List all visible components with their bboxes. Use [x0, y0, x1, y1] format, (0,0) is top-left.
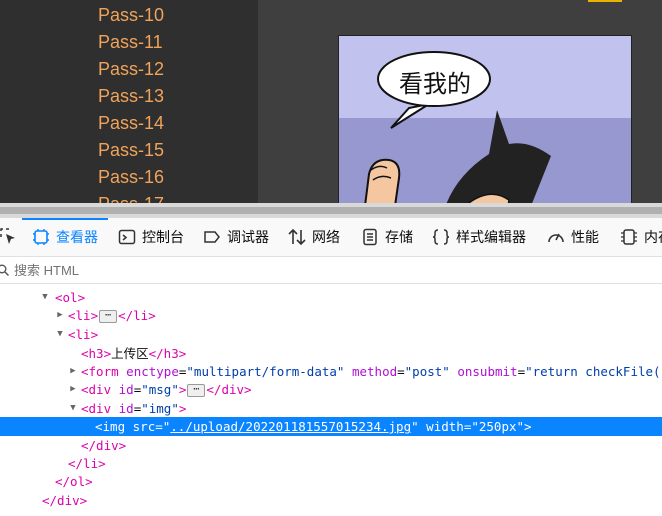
collapsed-arrow-icon[interactable]: ▶ — [68, 380, 78, 399]
tree-row[interactable]: ▶ <form enctype="multipart/form-data" me… — [0, 362, 662, 381]
expanded-arrow-icon[interactable]: ▼ — [40, 288, 50, 307]
memory-icon — [621, 229, 637, 245]
inspector-icon — [33, 229, 49, 245]
tab-label: 查看器 — [56, 229, 98, 245]
collapsed-arrow-icon[interactable]: ▶ — [55, 306, 65, 325]
tab-label: 控制台 — [142, 229, 184, 245]
collapsed-arrow-icon[interactable]: ▶ — [68, 362, 78, 381]
pass-link[interactable]: Pass-16 — [98, 167, 164, 188]
tab-console[interactable]: 控制台 — [118, 218, 184, 256]
tab-storage[interactable]: 存储 — [361, 218, 413, 256]
tab-style-editor[interactable]: 样式编辑器 — [432, 218, 526, 256]
pass-link[interactable]: Pass-14 — [98, 113, 164, 134]
tab-performance[interactable]: 性能 — [547, 218, 599, 256]
tab-network[interactable]: 网络 — [288, 218, 340, 256]
pass-link[interactable]: Pass-13 — [98, 86, 164, 107]
tab-label: 性能 — [571, 229, 599, 245]
more-content-button[interactable]: ⋯ — [187, 384, 206, 397]
tree-row[interactable]: </ol> — [0, 472, 662, 491]
element-picker-icon — [0, 228, 15, 244]
tree-row[interactable]: ▶ <div id="msg"> ⋯ </div> — [0, 380, 662, 399]
network-icon — [288, 228, 306, 246]
tab-label: 内存 — [644, 229, 662, 245]
pass-link[interactable]: Pass-17 — [98, 194, 164, 203]
tree-row[interactable]: ▼ <li> — [0, 325, 662, 344]
performance-icon — [548, 233, 564, 243]
debugger-icon — [204, 231, 220, 243]
devtools-toolbar: 查看器 控制台 调试器 网络 存储 样式编辑器 性能 内 — [0, 218, 662, 257]
tree-row[interactable]: </li> — [0, 454, 662, 473]
element-picker-button[interactable] — [0, 218, 18, 256]
page-viewport: Pass-10 Pass-11 Pass-12 Pass-13 Pass-14 … — [0, 0, 662, 203]
tab-label: 存储 — [385, 229, 413, 245]
tree-row[interactable]: ▼ <div id="img"> — [0, 399, 662, 418]
active-tab-indicator — [22, 218, 108, 220]
tab-memory[interactable]: 内存 — [620, 218, 662, 256]
expanded-arrow-icon[interactable]: ▼ — [55, 325, 65, 344]
pass-sidebar: Pass-10 Pass-11 Pass-12 Pass-13 Pass-14 … — [0, 0, 258, 203]
horizontal-scrollbar[interactable] — [0, 203, 662, 218]
pass-link[interactable]: Pass-12 — [98, 59, 164, 80]
tree-row-selected[interactable]: <img src="../upload/202201181557015234.j… — [0, 417, 662, 436]
tree-row[interactable]: </div> — [0, 436, 662, 455]
scrollbar-thumb[interactable] — [0, 207, 662, 214]
tree-row[interactable]: </div> — [0, 491, 662, 510]
more-content-button[interactable]: ⋯ — [99, 310, 118, 323]
storage-icon — [363, 228, 377, 246]
pass-link[interactable]: Pass-15 — [98, 140, 164, 161]
style-editor-icon — [432, 229, 450, 245]
tree-row[interactable]: <h3>上传区</h3> — [0, 344, 662, 363]
console-icon — [118, 229, 136, 245]
tab-label: 网络 — [312, 229, 340, 245]
tree-row[interactable]: ▶ <li> ⋯ </li> — [0, 306, 662, 325]
expanded-arrow-icon[interactable]: ▼ — [68, 399, 78, 418]
pass-link[interactable]: Pass-11 — [98, 32, 163, 53]
markup-tree: ▼ <ol> ▶ <li> ⋯ </li> ▼ <li> <h3>上传区</h3> … — [0, 284, 662, 516]
yellow-badge — [588, 0, 622, 2]
tab-inspector[interactable]: 查看器 — [32, 218, 98, 256]
tree-row[interactable]: ▼ <ol> — [0, 288, 662, 307]
uploaded-image: 看我的 — [338, 35, 632, 203]
speech-bubble-text: 看我的 — [399, 70, 471, 98]
pass-link[interactable]: Pass-10 — [98, 5, 164, 26]
tab-label: 样式编辑器 — [456, 229, 526, 245]
image-src-link[interactable]: ../upload/202201181557015234.jpg — [170, 419, 411, 434]
tab-label: 调试器 — [227, 229, 269, 245]
tab-debugger[interactable]: 调试器 — [203, 218, 269, 256]
